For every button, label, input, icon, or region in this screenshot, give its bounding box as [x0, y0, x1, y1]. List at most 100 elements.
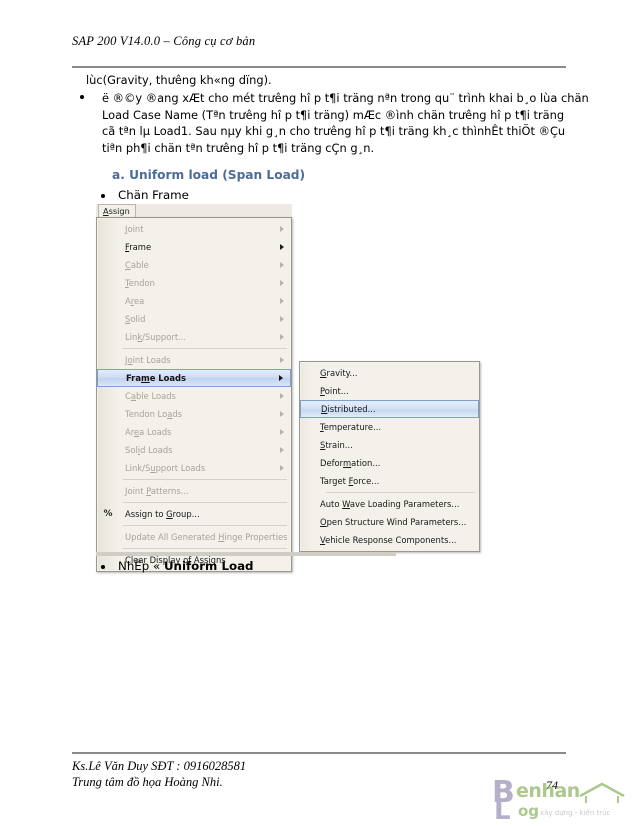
footer-line-2: Trung tâm đồ họa Hoàng Nhi. — [72, 775, 223, 789]
menu-item-label: Distributed... — [321, 404, 376, 414]
footer-text: Ks.Lê Văn Duy SĐT : 0916028581 Trung tâm… — [72, 758, 246, 790]
document-page: SAP 200 V14.0.0 – Công cụ cơ bản lùc(Gra… — [0, 0, 638, 826]
paragraph-line-4: tiªn ph¶i chän tªn trưêng hî p t¶i träng… — [102, 140, 375, 155]
menu-item-label: Assign to Group... — [125, 509, 200, 519]
submenu-arrow-icon — [280, 316, 284, 322]
menu-item-label: Solid — [125, 314, 146, 324]
step-label: Chän Frame — [118, 188, 189, 202]
menu-item-label: Temperature... — [320, 422, 382, 432]
menu-separator — [123, 479, 287, 480]
frame-loads-item-distributed[interactable]: Distributed... — [300, 400, 479, 418]
menu-item-label: Tendon — [125, 278, 155, 288]
submenu-arrow-icon — [280, 226, 284, 232]
assign-menu-item-cable-loads: Cable Loads — [97, 387, 291, 405]
menu-item-label: Update All Generated Hinge Properties — [125, 532, 288, 542]
menu-item-label: Point... — [320, 386, 349, 396]
submenu-arrow-icon — [280, 393, 284, 399]
paragraph-line-2: Load Case Name (Tªn trưêng hî p t¶i trän… — [102, 107, 565, 122]
step-click-uniform-load: NhËp « Uniform Load — [101, 559, 254, 573]
bienhan-log-watermark: B L enhan og xây dựng - kiến trúc — [492, 776, 632, 826]
menu-item-label: Solid Loads — [125, 445, 173, 455]
assign-menu-item-solid-loads: Solid Loads — [97, 441, 291, 459]
menu-separator — [123, 502, 287, 503]
assign-menu-item-tendon: Tendon — [97, 274, 291, 292]
menu-separator — [326, 492, 475, 493]
assign-dropdown-menu[interactable]: Joint Frame Cable Tendon Area Solid Link/Suppo… — [96, 217, 292, 572]
logo-letter-l: L — [494, 796, 511, 826]
assign-menu-item-joint: Joint — [97, 220, 291, 238]
menu-item-label: Joint — [125, 224, 144, 234]
step-label-bold: Uniform Load — [163, 559, 254, 573]
menu-item-label: Open Structure Wind Parameters... — [320, 517, 467, 527]
submenu-arrow-icon — [280, 465, 284, 471]
logo-word-og: og — [518, 802, 540, 820]
bullet-dot — [101, 194, 105, 198]
bullet-dot — [80, 95, 84, 99]
body-content: lùc(Gravity, thưêng kh«ng dïng). ë ®©y ®… — [72, 72, 589, 156]
frame-loads-item-auto-wave-loading-parameters[interactable]: Auto Wave Loading Parameters... — [300, 495, 479, 513]
frame-loads-item-target-force[interactable]: Target Force... — [300, 472, 479, 490]
assign-menu-item-link-support: Link/Support... — [97, 328, 291, 346]
frame-loads-item-point[interactable]: Point... — [300, 382, 479, 400]
screenshot-bottom-edge — [96, 552, 396, 556]
menu-item-label: Target Force... — [320, 476, 380, 486]
menu-item-label: Joint Patterns... — [125, 486, 189, 496]
menu-item-label: Cable — [125, 260, 149, 270]
frame-loads-item-deformation[interactable]: Deformation... — [300, 454, 479, 472]
menu-item-label: Auto Wave Loading Parameters... — [320, 499, 460, 509]
frame-loads-item-temperature[interactable]: Temperature... — [300, 418, 479, 436]
frame-loads-item-vehicle-response-components[interactable]: Vehicle Response Components... — [300, 531, 479, 549]
step-select-frame: Chän Frame — [101, 188, 189, 202]
assign-menu-item-joint-loads: Joint Loads — [97, 351, 291, 369]
header-rule — [72, 66, 566, 68]
menu-item-label: Area Loads — [125, 427, 172, 437]
document-header-title: SAP 200 V14.0.0 – Công cụ cơ bản — [72, 34, 256, 48]
bullet-paragraph: ë ®©y ®ang xÆt cho mét trưêng hî p t¶i t… — [72, 90, 589, 156]
menu-item-label: Strain... — [320, 440, 353, 450]
frame-loads-item-gravity[interactable]: Gravity... — [300, 364, 479, 382]
menu-separator — [123, 525, 287, 526]
assign-menu-item-tendon-loads: Tendon Loads — [97, 405, 291, 423]
assign-menu-item-link-support-loads: Link/Support Loads — [97, 459, 291, 477]
assign-menu-item-area: Area — [97, 292, 291, 310]
menu-item-label: Link/Support... — [125, 332, 187, 342]
submenu-arrow-icon — [280, 357, 284, 363]
assign-menu-item-solid: Solid — [97, 310, 291, 328]
assign-menu-item-update-all-generated-hinge-properties: Update All Generated Hinge Properties — [97, 528, 291, 546]
frame-loads-item-strain[interactable]: Strain... — [300, 436, 479, 454]
menu-separator — [123, 548, 287, 549]
assign-menu-item-frame-loads[interactable]: Frame Loads — [97, 369, 291, 387]
bullet-dot — [101, 565, 105, 569]
assign-menu-item-area-loads: Area Loads — [97, 423, 291, 441]
footer-rule — [72, 752, 566, 754]
menu-item-label: Link/Support Loads — [125, 463, 206, 473]
section-subheading: a. Uniform load (Span Load) — [112, 168, 306, 182]
frame-loads-item-open-structure-wind-parameters[interactable]: Open Structure Wind Parameters... — [300, 513, 479, 531]
logo-word-enhan: enhan — [516, 780, 580, 802]
menu-item-label: Vehicle Response Components... — [320, 535, 457, 545]
sap-assign-menu-screenshot: Assign Joint Frame Cable Tendon Area Solid Lin… — [96, 204, 480, 572]
assign-menu-item-frame[interactable]: Frame — [97, 238, 291, 256]
menu-item-label: Frame Loads — [126, 373, 187, 383]
percent-group-icon: % — [103, 509, 113, 519]
menu-separator — [123, 348, 287, 349]
menu-item-label: Area — [125, 296, 145, 306]
menu-item-label: Frame — [125, 242, 152, 252]
footer-line-1: Ks.Lê Văn Duy SĐT : 0916028581 — [72, 759, 247, 773]
submenu-arrow-icon — [279, 375, 283, 381]
submenu-arrow-icon — [280, 244, 284, 250]
submenu-arrow-icon — [280, 262, 284, 268]
house-icon — [579, 782, 625, 803]
frame-loads-submenu[interactable]: Gravity... Point... Distributed... Temperat… — [299, 361, 480, 552]
assign-menu-item-joint-patterns: Joint Patterns... — [97, 482, 291, 500]
step-label-prefix: NhËp « — [118, 559, 164, 573]
menubar-item-assign-rest: ssign — [108, 206, 130, 216]
lead-line: lùc(Gravity, thưêng kh«ng dïng). — [86, 73, 272, 87]
submenu-arrow-icon — [280, 411, 284, 417]
paragraph-line-3: cã tªn lµ Load1. Sau nµy khi g¸n cho trư… — [102, 124, 566, 139]
assign-menu-item-assign-to-group[interactable]: % Assign to Group... — [97, 505, 291, 523]
logo-tagline: xây dựng - kiến trúc — [540, 809, 611, 817]
menubar-item-assign[interactable]: Assign — [98, 204, 136, 217]
paragraph-line-1: ë ®©y ®ang xÆt cho mét trưêng hî p t¶i t… — [102, 91, 589, 105]
submenu-arrow-icon — [280, 298, 284, 304]
